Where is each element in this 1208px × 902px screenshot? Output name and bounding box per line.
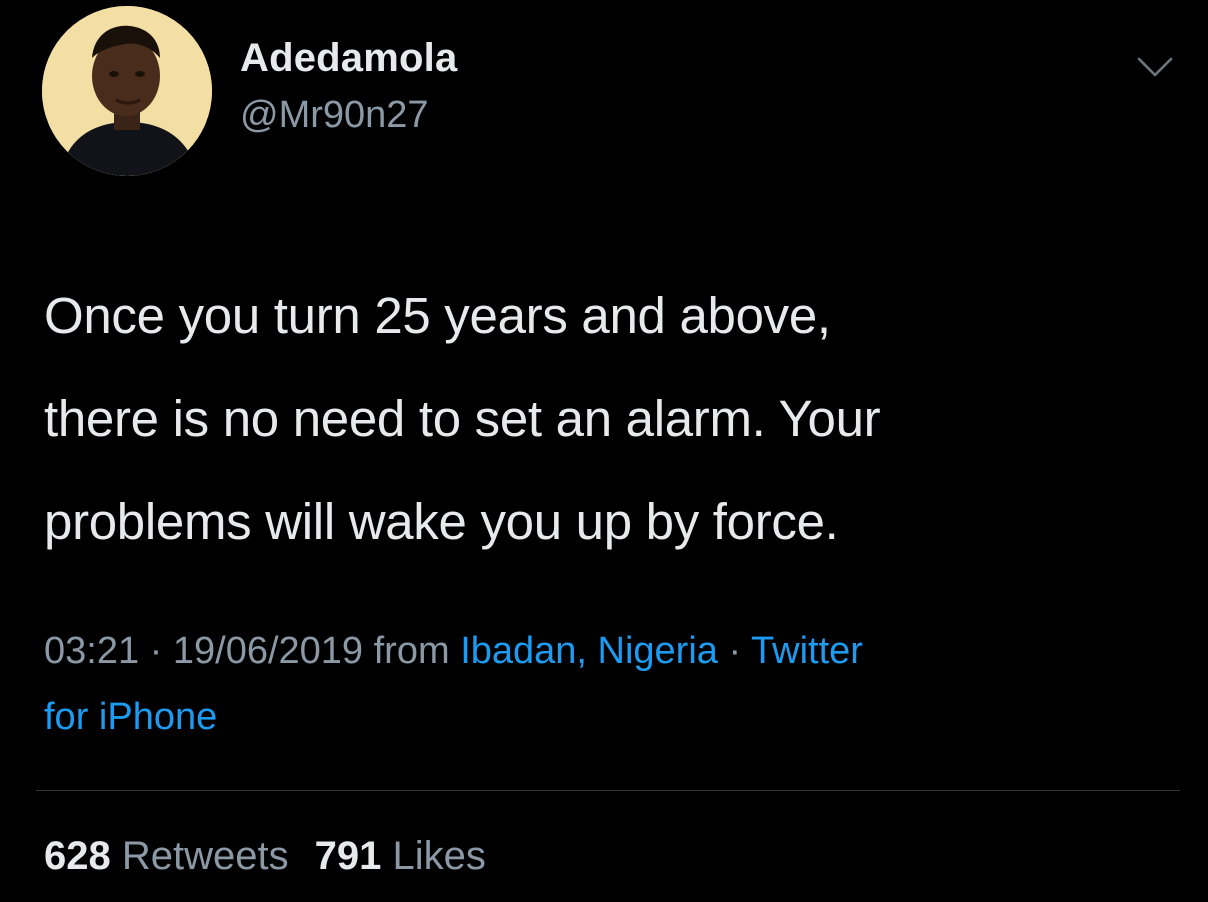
divider	[36, 790, 1180, 791]
chevron-down-icon	[1137, 57, 1173, 77]
author-display-name[interactable]: Adedamola	[240, 36, 457, 81]
author-handle[interactable]: @Mr90n27	[240, 94, 429, 137]
tweet-text-line: problems will wake you up by force.	[44, 493, 839, 550]
tweet-text: Once you turn 25 years and above, there …	[44, 264, 1164, 573]
tweet-metadata: 03:21 · 19/06/2019 from Ibadan, Nigeria …	[44, 618, 1164, 750]
source-link[interactable]: Twitter	[751, 630, 863, 672]
retweets-label: Retweets	[121, 834, 289, 878]
location-link[interactable]: Ibadan, Nigeria	[460, 630, 718, 672]
source-link-continued[interactable]: for iPhone	[44, 696, 217, 738]
likes-stat[interactable]: 791 Likes	[315, 834, 486, 878]
tweet-text-line: there is no need to set an alarm. Your	[44, 390, 881, 447]
tweet-menu-button[interactable]	[1136, 54, 1174, 80]
tweet-text-line: Once you turn 25 years and above,	[44, 287, 831, 344]
tweet-stats: 628 Retweets 791 Likes	[44, 834, 486, 879]
separator-dot: ·	[139, 630, 173, 672]
avatar[interactable]	[42, 6, 212, 176]
likes-label: Likes	[392, 834, 486, 878]
from-label: from	[363, 630, 461, 672]
separator-dot: ·	[717, 630, 752, 672]
tweet-date[interactable]: 19/06/2019	[173, 630, 363, 672]
likes-count: 791	[314, 834, 382, 878]
retweets-count: 628	[44, 834, 111, 878]
avatar-photo	[42, 6, 212, 176]
retweets-stat[interactable]: 628 Retweets	[44, 834, 289, 878]
tweet-time[interactable]: 03:21	[44, 630, 139, 672]
